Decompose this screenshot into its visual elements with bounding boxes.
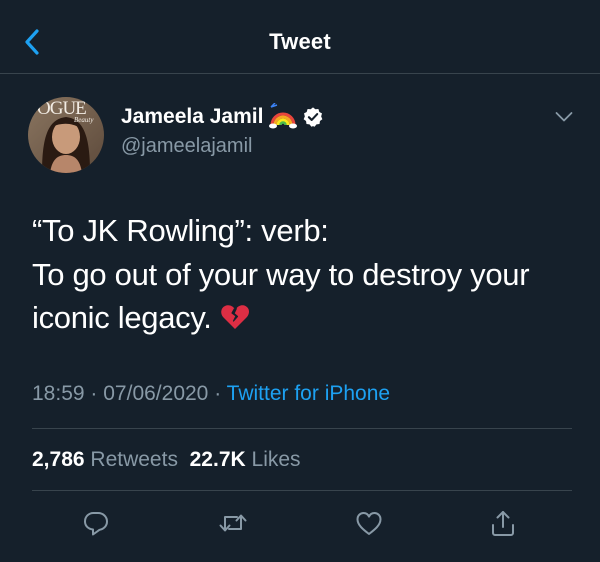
likes-label: Likes: [251, 448, 301, 471]
tweet-source-link[interactable]: Twitter for iPhone: [227, 382, 390, 405]
retweet-button[interactable]: [218, 508, 248, 538]
tweet-text-line: To go out of your way to destroy your: [32, 256, 530, 292]
meta-separator: ·: [214, 382, 222, 405]
share-icon: [492, 511, 514, 536]
retweets-count: 2,786: [32, 448, 85, 471]
like-icon: [356, 512, 382, 535]
author-handle[interactable]: @jameelajamil: [121, 135, 252, 158]
retweets-label: Retweets: [90, 448, 178, 471]
tweet-time: 18:59: [32, 382, 85, 405]
rainbow-icon: [269, 103, 298, 129]
top-bar: Tweet: [0, 0, 600, 74]
broken-heart-icon: [220, 305, 249, 329]
tweet-text-line: iconic legacy.: [32, 296, 572, 340]
divider: [32, 490, 572, 491]
tweet-date: 07/06/2020: [103, 382, 209, 405]
tweet-meta: 18:59 · 07/06/2020 · Twitter for iPhone: [32, 382, 390, 406]
likes-stat[interactable]: 22.7K Likes: [190, 448, 301, 471]
author-name-row: Jameela Jamil: [121, 103, 324, 131]
avatar-image: OGUE Beauty: [28, 97, 104, 173]
chevron-down-icon: [555, 112, 573, 122]
like-button[interactable]: [354, 508, 384, 538]
meta-separator: ·: [90, 382, 98, 405]
tweet-stats: 2,786 Retweets 22.7K Likes: [32, 448, 301, 472]
share-button[interactable]: [488, 508, 518, 538]
retweets-stat[interactable]: 2,786 Retweets: [32, 448, 178, 471]
page-title: Tweet: [269, 29, 331, 54]
tweet-text: “To JK Rowling”: verb: To go out of your…: [32, 209, 572, 340]
avatar[interactable]: OGUE Beauty: [28, 97, 104, 173]
tweet-text-line: “To JK Rowling”: verb:: [32, 213, 329, 248]
reply-icon: [84, 512, 108, 536]
verified-badge-icon: [304, 107, 323, 127]
tweet-text-line-content: iconic legacy.: [32, 300, 212, 335]
retweet-icon: [219, 514, 247, 532]
more-options-button[interactable]: [555, 111, 573, 123]
reply-button[interactable]: [81, 508, 111, 538]
likes-count: 22.7K: [189, 448, 246, 471]
svg-text:Beauty: Beauty: [74, 116, 94, 124]
divider: [32, 428, 572, 429]
author-display-name[interactable]: Jameela Jamil: [121, 105, 263, 129]
